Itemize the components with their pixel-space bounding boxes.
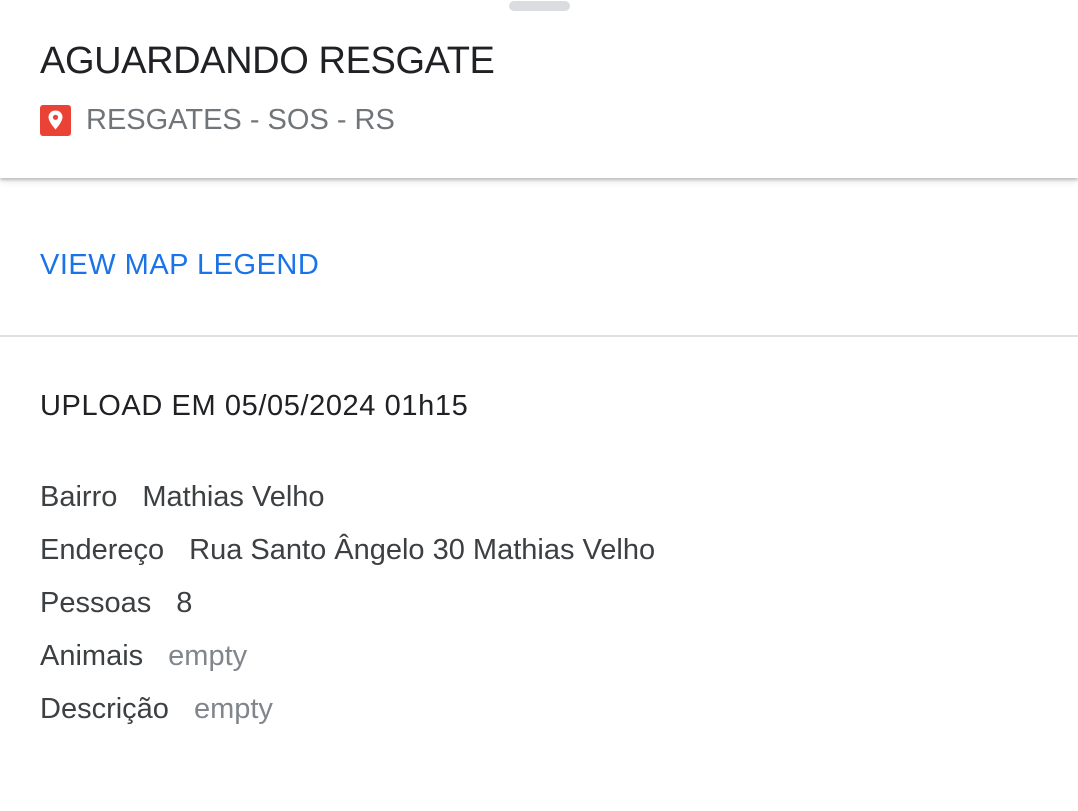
layer-name: RESGATES - SOS - RS — [86, 104, 395, 136]
field-row-pessoas: Pessoas 8 — [40, 577, 1040, 630]
upload-heading: UPLOAD EM 05/05/2024 01h15 — [40, 390, 469, 422]
field-row-endereco: Endereço Rua Santo Ângelo 30 Mathias Vel… — [40, 524, 1040, 577]
sheet-header: AGUARDANDO RESGATE RESGATES - SOS - RS — [0, 0, 1078, 178]
field-value: Rua Santo Ângelo 30 Mathias Velho — [189, 534, 656, 566]
view-map-legend-link[interactable]: VIEW MAP LEGEND — [40, 246, 319, 284]
place-title: AGUARDANDO RESGATE — [40, 40, 495, 82]
layer-row: RESGATES - SOS - RS — [40, 100, 395, 140]
field-row-animais: Animais empty — [40, 630, 1040, 683]
section-divider — [0, 335, 1078, 337]
place-details-sheet: AGUARDANDO RESGATE RESGATES - SOS - RS V… — [0, 0, 1078, 811]
details-section: UPLOAD EM 05/05/2024 01h15 Bairro Mathia… — [40, 386, 1040, 725]
field-value-empty: empty — [168, 640, 248, 672]
field-row-descricao: Descrição empty — [40, 683, 1040, 736]
field-row-bairro: Bairro Mathias Velho — [40, 471, 1040, 524]
field-value-empty: empty — [193, 693, 273, 725]
legend-section: VIEW MAP LEGEND — [0, 178, 1078, 336]
field-value: Mathias Velho — [142, 481, 325, 513]
field-label: Endereço — [40, 534, 165, 566]
drag-handle[interactable] — [509, 1, 570, 11]
field-value: 8 — [176, 587, 193, 619]
field-label: Pessoas — [40, 587, 152, 619]
field-label: Animais — [40, 640, 144, 672]
attribute-list: Bairro Mathias Velho Endereço Rua Santo … — [40, 471, 1040, 736]
map-pin-icon — [40, 104, 71, 136]
field-label: Descrição — [40, 693, 169, 725]
field-label: Bairro — [40, 481, 118, 513]
